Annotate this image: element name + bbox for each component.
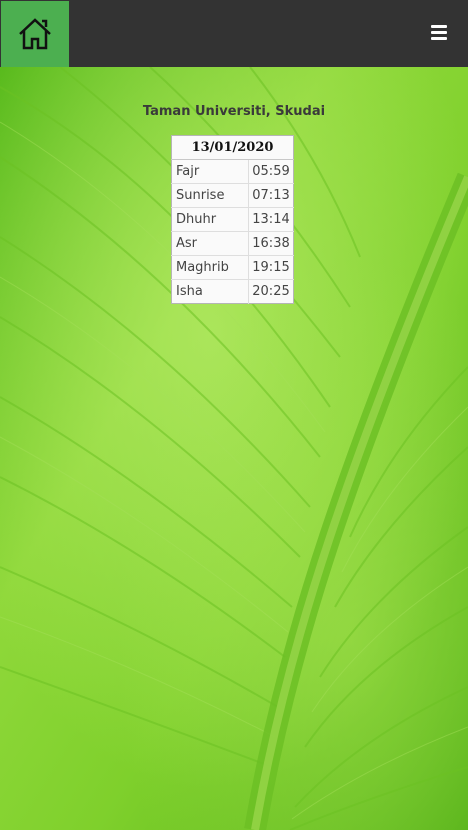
prayer-name: Asr: [171, 231, 249, 256]
prayer-name: Fajr: [171, 159, 249, 184]
prayer-time: 05:59: [248, 159, 294, 184]
menu-button[interactable]: [430, 23, 450, 41]
home-button[interactable]: [1, 1, 69, 67]
prayer-times-table: 13/01/2020 Fajr 05:59 Sunrise 07:13 Dhuh…: [171, 135, 294, 304]
prayer-name: Isha: [171, 279, 249, 304]
top-navigation-bar: [0, 0, 468, 67]
prayer-time: 07:13: [248, 183, 294, 208]
app-screen: Taman Universiti, Skudai 13/01/2020 Fajr…: [0, 0, 468, 830]
prayer-row-fajr: Fajr 05:59: [171, 159, 294, 184]
prayer-time: 16:38: [248, 231, 294, 256]
prayer-row-maghrib: Maghrib 19:15: [171, 255, 294, 280]
home-icon: [19, 18, 51, 50]
prayer-time: 13:14: [248, 207, 294, 232]
prayer-row-dhuhr: Dhuhr 13:14: [171, 207, 294, 232]
prayer-name: Dhuhr: [171, 207, 249, 232]
prayer-row-sunrise: Sunrise 07:13: [171, 183, 294, 208]
prayer-time: 20:25: [248, 279, 294, 304]
prayer-time: 19:15: [248, 255, 294, 280]
location-title: Taman Universiti, Skudai: [142, 104, 326, 119]
prayer-name: Maghrib: [171, 255, 249, 280]
prayer-row-isha: Isha 20:25: [171, 279, 294, 304]
hamburger-menu-icon: [431, 25, 447, 40]
main-content: Taman Universiti, Skudai 13/01/2020 Fajr…: [0, 67, 468, 830]
prayer-name: Sunrise: [171, 183, 249, 208]
prayer-row-asr: Asr 16:38: [171, 231, 294, 256]
prayer-date: 13/01/2020: [171, 135, 294, 160]
